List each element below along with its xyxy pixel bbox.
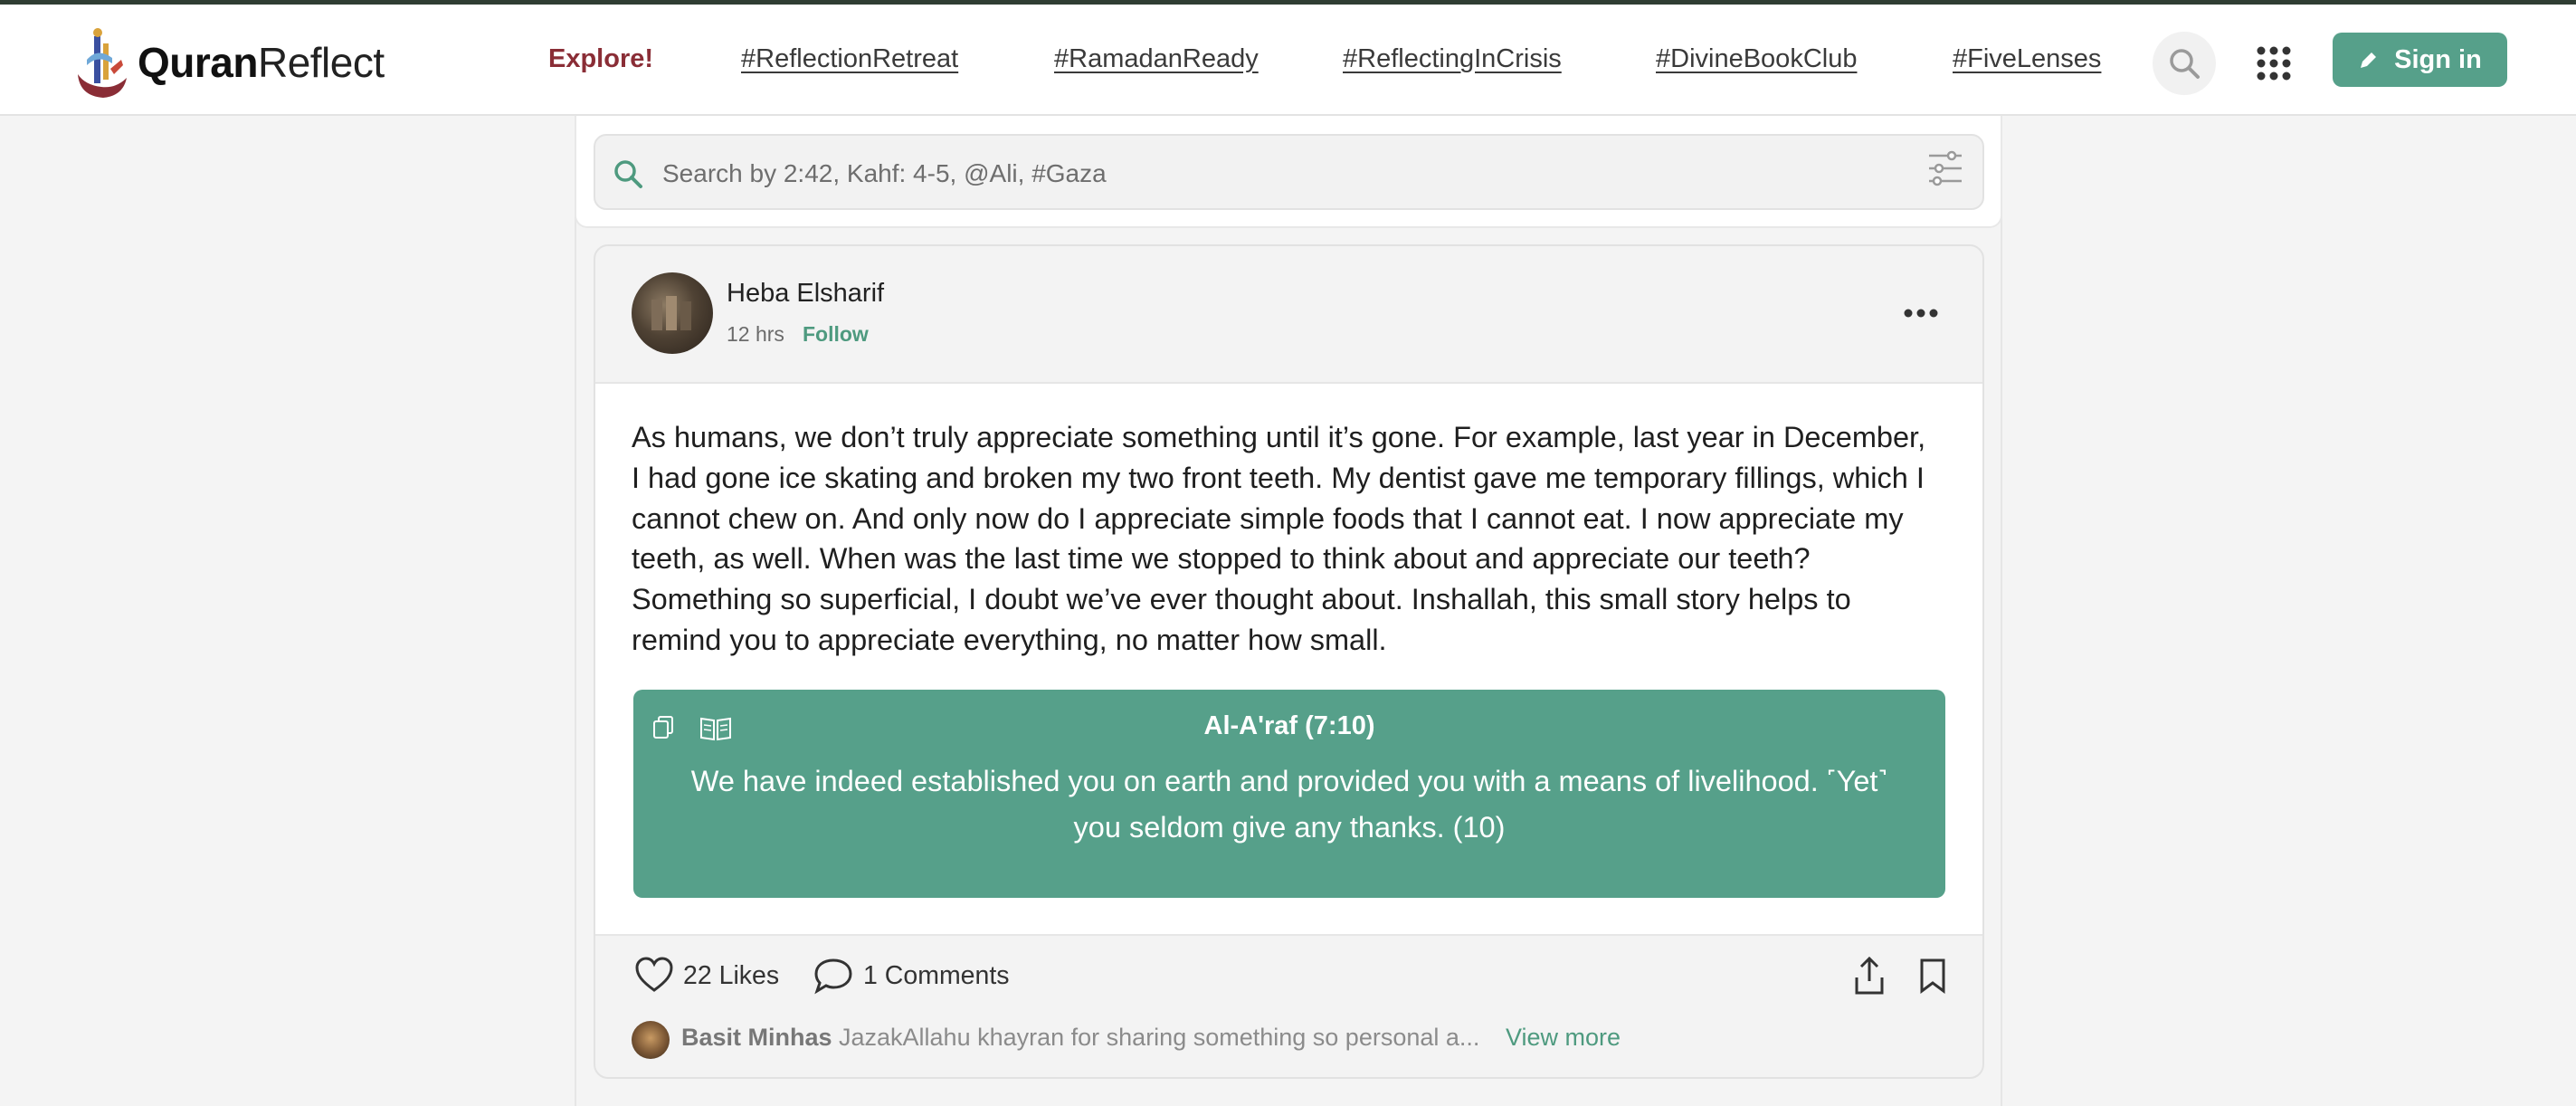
nav-link-reflecting-in-crisis[interactable]: #ReflectingInCrisis [1343, 44, 1562, 74]
commenter-name[interactable]: Basit Minhas [681, 1024, 832, 1052]
verse-text: We have indeed established you on earth … [690, 765, 1888, 844]
apps-grid-icon [2257, 46, 2291, 81]
sign-in-button[interactable]: Sign in [2333, 33, 2507, 87]
avatar-image [651, 296, 691, 330]
post-text: As humans, we don’t truly appreciate som… [632, 421, 1926, 656]
nav-link-divine-book-club[interactable]: #DivineBookClub [1656, 44, 1857, 74]
sign-in-label: Sign in [2394, 44, 2482, 74]
header-search-button[interactable] [2153, 32, 2216, 95]
author-avatar[interactable] [632, 272, 713, 354]
comment-preview: JazakAllahu khayran for sharing somethin… [839, 1024, 1480, 1051]
heart-icon[interactable] [634, 956, 674, 994]
logo-word-reflect: Reflect [257, 39, 385, 86]
bookmark-icon[interactable] [1918, 958, 1947, 994]
logo-wordmark: QuranReflect [138, 38, 385, 87]
comments-count[interactable]: 1 Comments [863, 961, 1010, 991]
follow-button[interactable]: Follow [803, 322, 869, 347]
nav-explore-link[interactable]: Explore! [548, 44, 653, 74]
view-more-link[interactable]: View more [1506, 1024, 1621, 1052]
more-options-icon[interactable] [1902, 299, 1940, 328]
share-icon[interactable] [1854, 956, 1885, 996]
pencil-icon [2361, 52, 2377, 68]
filter-sliders-icon[interactable] [1927, 148, 1963, 188]
search-input[interactable] [661, 152, 1895, 195]
nav-link-ramadan-ready[interactable]: #RamadanReady [1054, 44, 1259, 74]
quranreflect-logo-icon [78, 28, 127, 98]
nav-link-five-lenses[interactable]: #FiveLenses [1953, 44, 2101, 74]
post-timestamp: 12 hrs [727, 322, 784, 346]
logo-word-quran: Quran [138, 39, 258, 86]
search-icon [2170, 49, 2200, 79]
likes-count[interactable]: 22 Likes [683, 961, 779, 991]
nav-link-reflection-retreat[interactable]: #ReflectionRetreat [741, 44, 958, 74]
verse-reference[interactable]: Al-A'raf (7:10) [633, 711, 1945, 741]
comment-bubble-icon[interactable] [813, 957, 854, 995]
search-field-icon [614, 160, 642, 188]
author-name[interactable]: Heba Elsharif [727, 279, 884, 309]
top-navbar: QuranReflect Explore! #ReflectionRetreat… [0, 5, 2576, 116]
commenter-avatar[interactable] [632, 1021, 670, 1059]
logo[interactable]: QuranReflect [71, 23, 385, 102]
apps-menu-button[interactable] [2242, 32, 2305, 95]
